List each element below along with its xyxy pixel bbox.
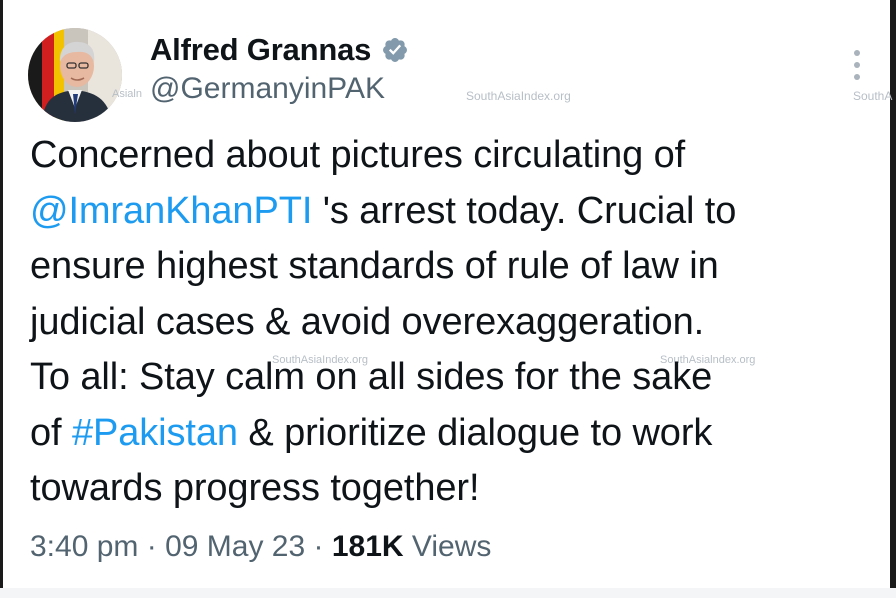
more-options-icon[interactable] — [850, 50, 864, 80]
author-display-name[interactable]: Alfred Grannas — [150, 32, 371, 68]
mention-link[interactable]: @ImranKhanPTI — [30, 190, 312, 232]
tweet-line: towards progress together! — [30, 467, 480, 509]
watermark-partial-right: SouthA — [853, 89, 893, 103]
name-row: Alfred Grannas — [150, 30, 409, 70]
meta-separator: · — [138, 530, 166, 563]
bottom-divider — [0, 588, 896, 598]
tweet-meta: 3:40 pm · 09 May 23 · 181K Views — [30, 530, 491, 564]
watermark: SouthAsiaIndex.org — [466, 89, 571, 103]
watermark-partial-left: Asialn — [112, 88, 142, 100]
tweet-time[interactable]: 3:40 pm — [30, 530, 138, 563]
tweet-line: judicial cases & avoid overexaggeration. — [30, 300, 705, 343]
views-count[interactable]: 181K — [332, 530, 404, 563]
hashtag-link[interactable]: #Pakistan — [72, 412, 238, 454]
tweet-text: Concerned about pictures circulating of … — [30, 128, 870, 517]
meta-separator: · — [305, 530, 332, 563]
tweet-line: To all: Stay calm on all sides for the s… — [30, 356, 713, 398]
tweet-line: ensure highest standards of rule of law … — [30, 245, 719, 287]
tweet-line-text: 's arrest today. Crucial to — [312, 189, 737, 232]
tweet-line-text: & prioritize dialogue to work — [237, 411, 713, 454]
tweet-date[interactable]: 09 May 23 — [165, 530, 305, 563]
views-label[interactable]: Views — [404, 530, 492, 563]
tweet-line-text: of — [30, 411, 72, 454]
avatar[interactable] — [28, 28, 122, 122]
verified-badge-icon — [383, 38, 408, 62]
tweet-header: Alfred Grannas @GermanyinPAK — [150, 30, 409, 106]
author-handle[interactable]: @GermanyinPAK — [150, 72, 409, 106]
tweet-line: of #Pakistan & prioritize dialogue to wo… — [30, 406, 870, 462]
tweet-line: @ImranKhanPTI 's arrest today. Crucial t… — [30, 184, 870, 240]
tweet-card: Alfred Grannas @GermanyinPAK Asialn Sout… — [0, 0, 896, 598]
tweet-line: Concerned about pictures circulating of — [30, 134, 686, 176]
